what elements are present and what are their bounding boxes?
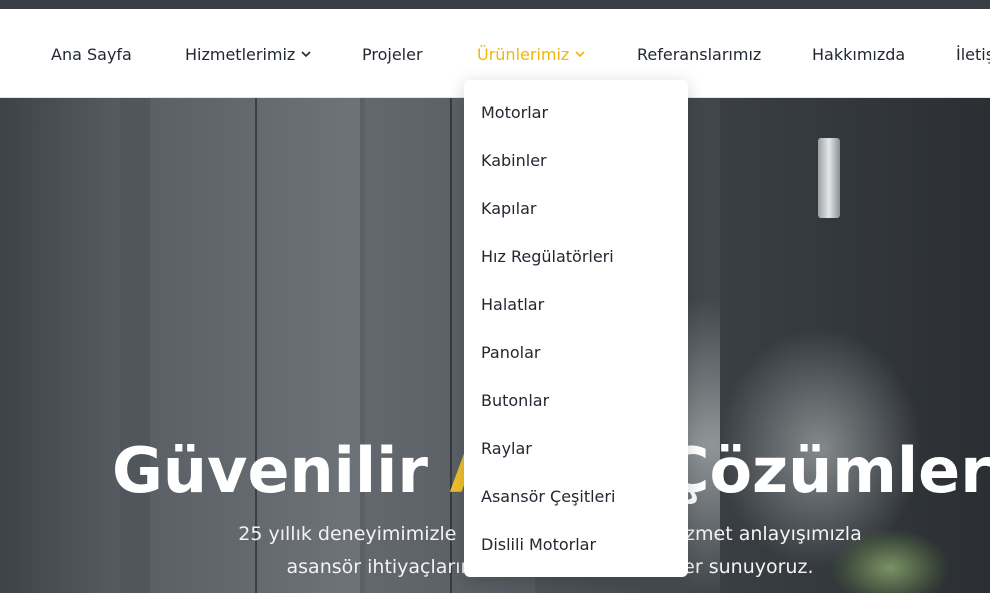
nav-item-label: Referanslarımız <box>637 44 762 64</box>
nav-item-services[interactable]: Hizmetlerimiz <box>185 10 312 98</box>
wall-lamp-image <box>818 138 840 218</box>
dropdown-item-speed-governors[interactable]: Hız Regülatörleri <box>481 244 614 268</box>
dropdown-item-rails[interactable]: Raylar <box>481 436 532 460</box>
nav-item-label: Projeler <box>362 44 423 64</box>
dropdown-item-buttons[interactable]: Butonlar <box>481 388 549 412</box>
chevron-down-icon <box>300 48 312 60</box>
chevron-down-icon <box>574 48 586 60</box>
hero-background-wall <box>0 98 120 593</box>
dropdown-item-elevator-types[interactable]: Asansör Çeşitleri <box>481 484 615 508</box>
dropdown-item-panels[interactable]: Panolar <box>481 340 541 364</box>
dropdown-item-doors[interactable]: Kapılar <box>481 196 536 220</box>
nav-item-label: Hakkımızda <box>812 44 906 64</box>
dropdown-item-motors[interactable]: Motorlar <box>481 100 548 124</box>
nav-item-label: Hizmetlerimiz <box>185 44 296 64</box>
top-bar <box>0 0 990 10</box>
top-bar-strip <box>0 0 990 9</box>
hero-title-part: Güvenilir <box>112 434 450 507</box>
nav-item-label: Ürünlerimiz <box>477 44 570 64</box>
nav-item-projects[interactable]: Projeler <box>362 10 423 98</box>
nav-item-about[interactable]: Hakkımızda <box>812 10 905 98</box>
dropdown-item-ropes[interactable]: Halatlar <box>481 292 544 316</box>
dropdown-item-cabins[interactable]: Kabinler <box>481 148 547 172</box>
nav-item-home[interactable]: Ana Sayfa <box>51 10 132 98</box>
nav-item-label: İletiş <box>956 44 990 64</box>
nav-item-contact[interactable]: İletiş <box>956 10 990 98</box>
dropdown-item-geared-motors[interactable]: Dislili Motorlar <box>481 532 596 556</box>
nav-item-label: Ana Sayfa <box>51 44 132 64</box>
products-dropdown-menu: Motorlar Kabinler Kapılar Hız Regülatörl… <box>464 80 688 577</box>
